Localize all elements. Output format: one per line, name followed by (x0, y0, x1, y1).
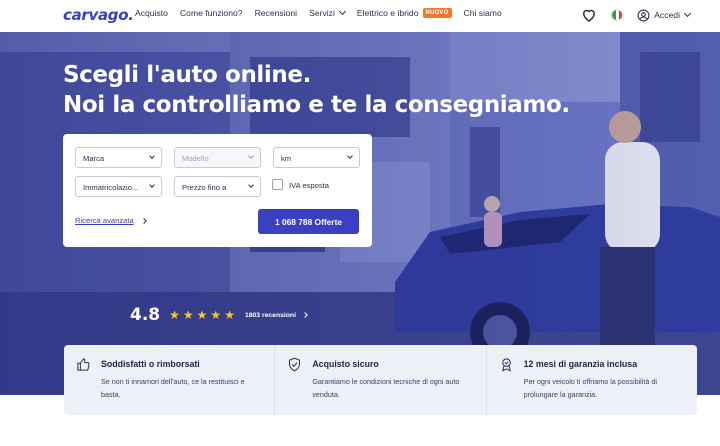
nav-item-chi-siamo[interactable]: Chi siamo (464, 8, 502, 18)
star-icon: ★ (210, 308, 222, 322)
hero-section: Scegli l'auto online. Noi la controlliam… (0, 32, 720, 395)
model-select[interactable]: Modello (174, 147, 261, 168)
thumb-up-icon (77, 358, 90, 371)
user-icon (637, 9, 650, 21)
reviews-link[interactable]: 1803 recensioni (245, 312, 308, 319)
carvago-logo[interactable]: carvago. (63, 6, 134, 24)
nav-item-acquisto[interactable]: Acquisto (135, 8, 168, 18)
brand-select[interactable]: Marca (75, 147, 162, 168)
price-select[interactable]: Prezzo fino a (174, 176, 261, 197)
nav-item-servizi[interactable]: Servizi (309, 7, 346, 18)
nav-right: Accedi (579, 6, 692, 24)
search-panel: Marca Modello km Immatricolazio... Prezz… (63, 134, 372, 247)
star-icon: ★ (196, 308, 208, 322)
rating-stars: ★ ★ ★ ★ ★ (169, 309, 238, 321)
chevron-down-icon (149, 182, 155, 188)
features-strip: Soddisfatti o rimborsati Se non ti innam… (64, 345, 697, 415)
vat-label: IVA esposta (289, 181, 329, 190)
hero-headline: Scegli l'auto online. Noi la controlliam… (63, 62, 570, 118)
rating-bar: 4.8 ★ ★ ★ ★ ★ 1803 recensioni (130, 305, 308, 325)
login-button[interactable]: Accedi (637, 9, 692, 22)
heart-icon[interactable] (579, 6, 599, 24)
top-navbar: carvago. Acquisto Come funziono? Recensi… (0, 0, 720, 32)
star-icon: ★ (224, 308, 235, 322)
star-icon: ★ (182, 308, 194, 322)
chevron-down-icon (248, 182, 254, 188)
vat-checkbox[interactable] (272, 179, 283, 190)
chevron-right-icon (140, 217, 147, 224)
chevron-down-icon (347, 153, 353, 159)
feature-card: Soddisfatti o rimborsati Se non ti innam… (64, 345, 274, 415)
chevron-down-icon (338, 7, 346, 16)
main-nav: Acquisto Come funziono? Recensioni Servi… (135, 7, 514, 18)
nav-item-recensioni[interactable]: Recensioni (255, 8, 298, 18)
chevron-down-icon (149, 153, 155, 159)
new-badge: NUOVO (422, 8, 452, 18)
award-badge-icon (501, 358, 511, 372)
offers-button[interactable]: 1 068 788 Offerte (258, 209, 359, 234)
shield-check-icon (289, 357, 301, 372)
chevron-down-icon (248, 153, 254, 159)
km-select[interactable]: km (273, 147, 360, 168)
registration-select[interactable]: Immatricolazio... (75, 176, 162, 197)
nav-item-elettrico-ibrido[interactable]: Elettrico e ibrido NUOVO (357, 8, 452, 18)
chevron-down-icon (683, 9, 692, 18)
nav-item-come-funziono[interactable]: Come funziono? (180, 8, 243, 18)
star-icon: ★ (169, 308, 180, 322)
feature-card: Acquisto sicuro Garantiamo le condizioni… (274, 345, 485, 415)
chevron-right-icon (302, 312, 308, 318)
feature-card: 12 mesi di garanzia inclusa Per ogni vei… (485, 345, 697, 415)
rating-value: 4.8 (130, 305, 161, 325)
advanced-search-link[interactable]: Ricerca avanzata (75, 216, 147, 225)
italy-flag-icon[interactable] (611, 9, 624, 21)
